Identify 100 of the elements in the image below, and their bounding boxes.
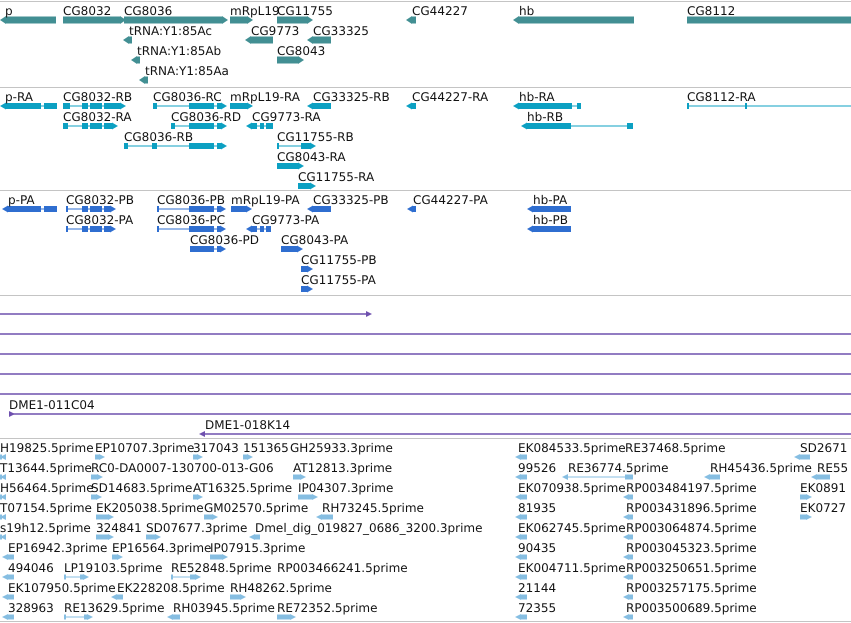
est-glyph[interactable] (64, 614, 93, 620)
gene-glyph[interactable] (277, 56, 304, 64)
gene-glyph[interactable] (277, 16, 313, 24)
gene-glyph[interactable] (131, 56, 140, 64)
protein-glyph[interactable] (527, 226, 571, 232)
est-glyph[interactable] (111, 594, 123, 600)
est-glyph[interactable] (0, 514, 6, 520)
est-glyph[interactable] (64, 574, 89, 580)
gene-glyph[interactable] (513, 16, 634, 24)
est-glyph[interactable] (193, 494, 203, 500)
est-glyph[interactable] (623, 594, 633, 600)
est-glyph[interactable] (515, 454, 527, 460)
est-glyph[interactable] (193, 454, 203, 460)
est-glyph[interactable] (96, 534, 114, 540)
gene-glyph[interactable] (307, 36, 331, 44)
est-glyph[interactable] (91, 494, 102, 500)
est-glyph[interactable] (515, 594, 527, 600)
transcript-glyph[interactable] (124, 142, 227, 150)
est-glyph[interactable] (623, 514, 633, 520)
est-glyph[interactable] (0, 474, 6, 480)
protein-glyph[interactable] (281, 246, 303, 252)
est-glyph[interactable] (704, 474, 720, 480)
est-glyph[interactable] (800, 514, 812, 520)
est-glyph[interactable] (210, 554, 228, 560)
est-glyph[interactable] (515, 614, 527, 620)
gene-glyph[interactable] (124, 16, 228, 24)
protein-glyph[interactable] (2, 206, 58, 212)
protein-glyph[interactable] (301, 266, 313, 272)
transcript-glyph[interactable] (170, 122, 227, 130)
est-glyph[interactable] (794, 454, 810, 460)
protein-glyph[interactable] (156, 206, 226, 212)
est-glyph[interactable] (146, 534, 161, 540)
est-glyph[interactable] (623, 554, 633, 560)
est-glyph[interactable] (0, 454, 6, 460)
transcript-glyph[interactable] (230, 102, 253, 110)
est-glyph[interactable] (515, 574, 527, 580)
transcript-glyph[interactable] (307, 102, 331, 110)
transcript-glyph[interactable] (246, 122, 274, 130)
protein-glyph[interactable] (190, 246, 226, 252)
est-glyph[interactable] (515, 534, 527, 540)
gene-glyph[interactable] (139, 76, 148, 84)
est-glyph[interactable] (167, 614, 180, 620)
protein-glyph[interactable] (307, 206, 331, 212)
gene-glyph[interactable] (406, 16, 416, 24)
est-glyph[interactable] (249, 534, 260, 540)
protein-glyph[interactable] (66, 226, 116, 232)
protein-glyph[interactable] (66, 206, 116, 212)
transcript-glyph[interactable] (62, 122, 118, 130)
transcript-glyph[interactable] (277, 162, 304, 170)
est-glyph[interactable] (293, 474, 306, 480)
transcript-glyph[interactable] (276, 142, 316, 150)
est-glyph[interactable] (623, 494, 633, 500)
est-glyph[interactable] (316, 514, 333, 520)
gene-glyph[interactable] (245, 36, 273, 44)
est-glyph[interactable] (623, 534, 633, 540)
protein-glyph[interactable] (527, 206, 571, 212)
clone-line[interactable] (0, 353, 851, 355)
est-glyph[interactable] (623, 614, 633, 620)
est-glyph[interactable] (800, 494, 812, 500)
clone-line[interactable] (0, 333, 851, 335)
transcript-glyph[interactable] (521, 122, 634, 130)
est-glyph[interactable] (2, 614, 14, 620)
gene-glyph[interactable] (0, 16, 56, 24)
transcript-glyph[interactable] (513, 102, 582, 110)
est-glyph[interactable] (2, 594, 14, 600)
est-glyph[interactable] (0, 534, 6, 540)
clone-line[interactable] (0, 393, 851, 395)
est-glyph[interactable] (277, 614, 296, 620)
protein-glyph[interactable] (246, 226, 272, 232)
transcript-glyph[interactable] (298, 182, 316, 190)
protein-glyph[interactable] (407, 206, 416, 212)
protein-glyph[interactable] (301, 286, 313, 292)
est-glyph[interactable] (515, 494, 527, 500)
est-glyph[interactable] (298, 494, 318, 500)
est-glyph[interactable] (96, 514, 114, 520)
transcript-glyph[interactable] (0, 102, 58, 110)
est-glyph[interactable] (112, 554, 123, 560)
est-glyph[interactable] (515, 514, 527, 520)
est-glyph[interactable] (562, 474, 634, 480)
protein-glyph[interactable] (231, 206, 252, 212)
gene-glyph[interactable] (230, 16, 253, 24)
transcript-glyph[interactable] (62, 102, 126, 110)
est-glyph[interactable] (2, 554, 14, 560)
est-glyph[interactable] (2, 574, 14, 580)
clone-line[interactable] (0, 311, 372, 317)
est-glyph[interactable] (811, 474, 830, 480)
gene-glyph[interactable] (123, 36, 132, 44)
est-glyph[interactable] (0, 494, 6, 500)
est-glyph[interactable] (623, 574, 633, 580)
est-glyph[interactable] (95, 454, 105, 460)
est-glyph[interactable] (243, 454, 253, 460)
est-glyph[interactable] (91, 474, 103, 480)
clone-line[interactable] (199, 431, 851, 437)
est-glyph[interactable] (515, 554, 527, 560)
clone-line[interactable] (9, 411, 851, 417)
est-glyph[interactable] (515, 474, 527, 480)
transcript-glyph[interactable] (686, 103, 851, 109)
gene-glyph[interactable] (63, 16, 126, 24)
protein-glyph[interactable] (156, 226, 226, 232)
est-glyph[interactable] (170, 574, 201, 580)
